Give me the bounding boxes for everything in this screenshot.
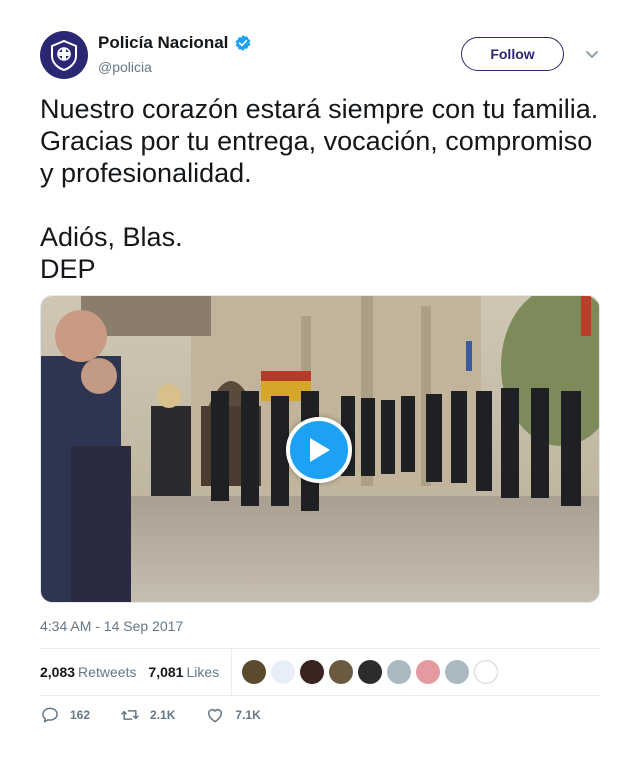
play-icon	[310, 438, 330, 462]
tweet-text: Nuestro corazón estará siempre con tu fa…	[40, 94, 599, 284]
liker-avatars	[242, 660, 499, 684]
name-row: Policía Nacional	[98, 33, 252, 53]
like-button[interactable]: 7.1K	[205, 705, 261, 725]
tweet-timestamp[interactable]: 4:34 AM - 14 Sep 2017	[40, 618, 183, 634]
liker-avatar[interactable]	[416, 660, 441, 684]
reply-button[interactable]: 162	[40, 705, 90, 725]
retweets-label: Retweets	[78, 664, 137, 680]
liker-avatar[interactable]	[445, 660, 470, 684]
divider	[40, 695, 600, 696]
reply-count: 162	[70, 708, 91, 722]
video-player[interactable]	[40, 295, 600, 603]
police-crest-icon	[51, 39, 77, 71]
stats-separator	[231, 649, 233, 695]
play-button[interactable]	[286, 417, 352, 483]
liker-avatar[interactable]	[300, 660, 325, 684]
liker-avatar[interactable]	[358, 660, 383, 684]
reply-icon	[42, 707, 58, 723]
retweet-button[interactable]: 2.1K	[120, 705, 175, 725]
retweet-count: 2.1K	[150, 708, 176, 722]
verified-badge-icon	[235, 35, 251, 51]
tweet-header: Policía Nacional @policia Follow	[40, 31, 600, 81]
liker-avatar[interactable]	[271, 660, 296, 684]
tweet-stats: 2,083 Retweets 7,081 Likes	[40, 649, 600, 695]
like-icon	[208, 709, 223, 723]
liker-avatar[interactable]	[242, 660, 267, 684]
liker-avatar[interactable]	[387, 660, 412, 684]
follow-button[interactable]: Follow	[461, 37, 564, 71]
display-name[interactable]: Policía Nacional	[98, 33, 228, 53]
liker-avatar[interactable]	[329, 660, 354, 684]
likes-stat[interactable]: 7,081 Likes	[148, 664, 219, 680]
retweets-count: 2,083	[40, 664, 76, 680]
retweet-icon	[121, 710, 139, 720]
likes-count: 7,081	[148, 664, 184, 680]
like-count: 7.1K	[235, 708, 261, 722]
handle[interactable]: @policia	[98, 59, 152, 75]
chevron-down-icon[interactable]	[584, 46, 600, 62]
liker-avatar[interactable]	[474, 660, 499, 684]
retweets-stat[interactable]: 2,083 Retweets	[40, 664, 136, 680]
likes-label: Likes	[186, 664, 220, 680]
avatar[interactable]	[40, 31, 88, 79]
tweet-actions: 162 2.1K 7.1K	[40, 705, 291, 725]
